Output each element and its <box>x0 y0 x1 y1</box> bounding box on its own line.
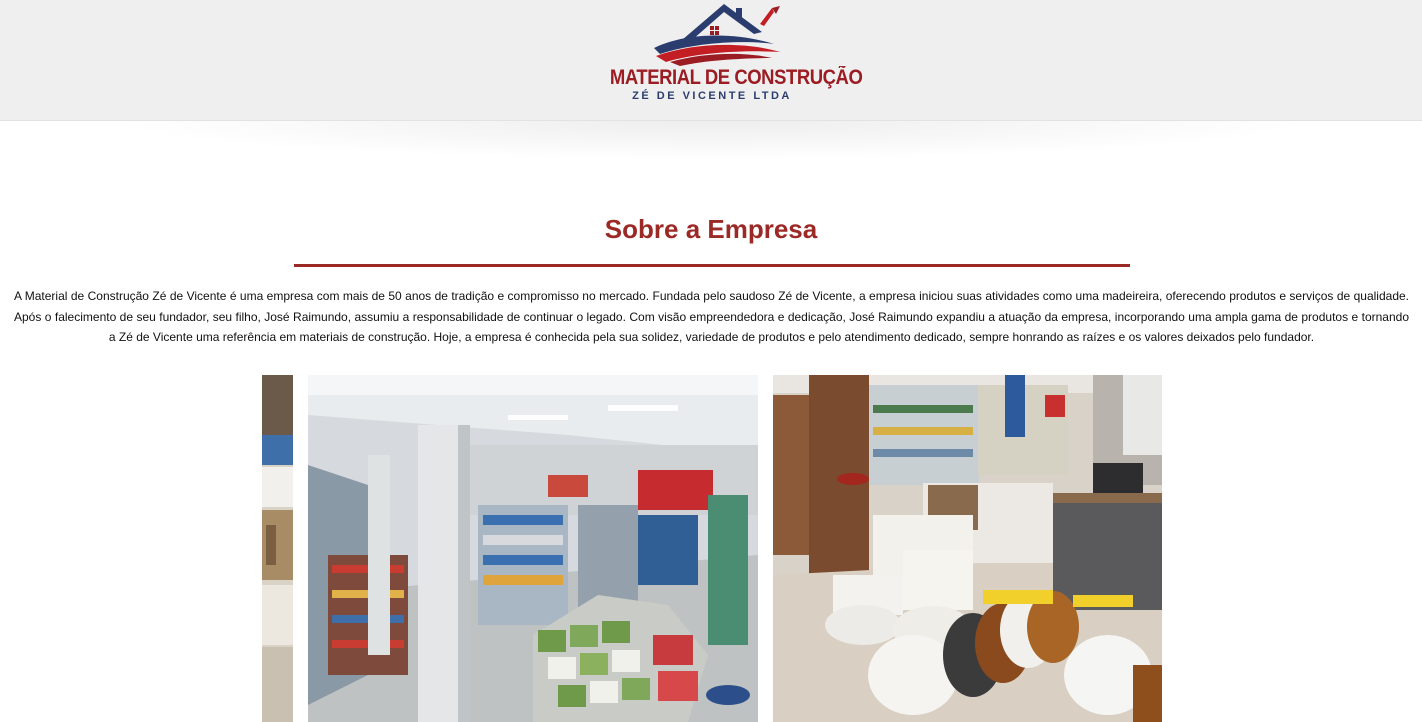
logo-title: MATERIAL DE CONSTRUÇÃO <box>609 66 863 89</box>
store-aisles-photo[interactable] <box>308 375 758 722</box>
about-paragraph: A Material de Construção Zé de Vicente é… <box>14 289 1409 344</box>
section-title: Sobre a Empresa <box>604 214 818 244</box>
site-header: MATERIAL DE CONSTRUÇÃO ZÉ DE VICENTE LTD… <box>0 0 1422 121</box>
logo-subtitle: ZÉ DE VICENTE LTDA <box>632 90 792 102</box>
header-shadow <box>0 121 1422 176</box>
photo-gallery[interactable] <box>262 375 1162 722</box>
bathroom-fixtures-photo[interactable] <box>773 375 1162 722</box>
company-logo[interactable]: MATERIAL DE CONSTRUÇÃO ZÉ DE VICENTE LTD… <box>596 2 863 106</box>
store-shelves-photo[interactable] <box>262 375 293 722</box>
title-divider <box>294 264 1130 267</box>
house-logo-icon <box>654 4 780 66</box>
